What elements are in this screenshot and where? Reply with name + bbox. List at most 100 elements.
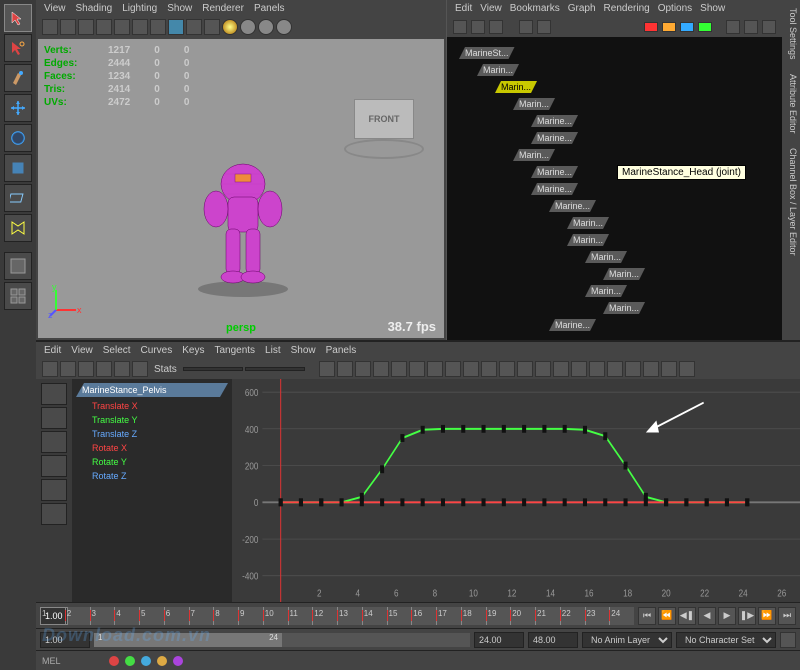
- out-menu-show[interactable]: Show: [700, 3, 725, 14]
- channel-row[interactable]: Rotate X: [76, 441, 228, 455]
- ot-btn-2[interactable]: [471, 20, 485, 34]
- play-back-button[interactable]: ◀: [698, 607, 716, 625]
- ge-tb-13[interactable]: [427, 361, 443, 377]
- vp-btn-9[interactable]: [186, 19, 202, 35]
- tree-node[interactable]: Marin...: [451, 79, 778, 95]
- ge-side-6[interactable]: [41, 503, 67, 525]
- ot-btn-6[interactable]: [726, 20, 740, 34]
- vp-btn-1[interactable]: [42, 19, 58, 35]
- ge-tb-5[interactable]: [114, 361, 130, 377]
- tree-node[interactable]: Marine...: [451, 198, 778, 214]
- vp-btn-2[interactable]: [60, 19, 76, 35]
- ge-tb-3[interactable]: [78, 361, 94, 377]
- ge-menu-list[interactable]: List: [265, 345, 281, 356]
- out-menu-view[interactable]: View: [480, 3, 502, 14]
- vp-btn-10[interactable]: [204, 19, 220, 35]
- ge-menu-curves[interactable]: Curves: [141, 345, 173, 356]
- rotate-tool[interactable]: [4, 124, 32, 152]
- view-cube[interactable]: FRONT: [354, 99, 414, 139]
- ge-tb-2[interactable]: [60, 361, 76, 377]
- range-end-inner[interactable]: [474, 632, 524, 648]
- ge-tb-22[interactable]: [589, 361, 605, 377]
- ot-btn-4[interactable]: [519, 20, 533, 34]
- ge-tb-6[interactable]: [132, 361, 148, 377]
- select-tool[interactable]: [4, 4, 32, 32]
- selected-object[interactable]: MarineStance_Pelvis: [76, 383, 228, 397]
- mel-label[interactable]: MEL: [42, 656, 61, 666]
- ot-btn-7[interactable]: [744, 20, 758, 34]
- channel-row[interactable]: Translate Y: [76, 413, 228, 427]
- out-menu-bookmarks[interactable]: Bookmarks: [510, 3, 560, 14]
- vp-menu-panels[interactable]: Panels: [254, 3, 285, 14]
- ge-tb-21[interactable]: [571, 361, 587, 377]
- ot-btn-8[interactable]: [762, 20, 776, 34]
- tree-node[interactable]: Marin...: [451, 96, 778, 112]
- ge-tb-14[interactable]: [445, 361, 461, 377]
- tree-node[interactable]: Marin...: [451, 283, 778, 299]
- play-forward-button[interactable]: ▶: [718, 607, 736, 625]
- tab-attribute-editor[interactable]: Attribute Editor: [788, 74, 798, 134]
- range-max[interactable]: [528, 632, 578, 648]
- vp-menu-lighting[interactable]: Lighting: [122, 3, 157, 14]
- out-menu-options[interactable]: Options: [658, 3, 692, 14]
- ge-tb-24[interactable]: [625, 361, 641, 377]
- ge-menu-show[interactable]: Show: [291, 345, 316, 356]
- ge-tb-10[interactable]: [373, 361, 389, 377]
- ot-color-2[interactable]: [662, 22, 676, 32]
- ge-side-1[interactable]: [41, 383, 67, 405]
- channel-row[interactable]: Translate Z: [76, 427, 228, 441]
- ge-tb-15[interactable]: [463, 361, 479, 377]
- channel-row[interactable]: Translate X: [76, 399, 228, 413]
- ge-tb-4[interactable]: [96, 361, 112, 377]
- lasso-tool[interactable]: [4, 34, 32, 62]
- step-back-key-button[interactable]: ⏪: [658, 607, 676, 625]
- graph-area[interactable]: 6004002000-200-400 246810121416182022242…: [232, 379, 800, 602]
- stats-field-1[interactable]: [183, 367, 243, 371]
- anim-layer-dropdown[interactable]: No Anim Layer: [582, 632, 672, 648]
- tree-node[interactable]: Marine...: [451, 113, 778, 129]
- vp-btn-6[interactable]: [132, 19, 148, 35]
- out-menu-graph[interactable]: Graph: [568, 3, 596, 14]
- character-set-dropdown[interactable]: No Character Set: [676, 632, 776, 648]
- tab-tool-settings[interactable]: Tool Settings: [788, 8, 798, 60]
- universal-manip-tool[interactable]: [4, 184, 32, 212]
- ot-color-1[interactable]: [644, 22, 658, 32]
- tree-node[interactable]: Marine...: [451, 130, 778, 146]
- ge-tb-7[interactable]: [319, 361, 335, 377]
- view-cube-disc[interactable]: [344, 139, 424, 159]
- tab-channel-box[interactable]: Channel Box / Layer Editor: [788, 148, 798, 256]
- paint-select-tool[interactable]: [4, 64, 32, 92]
- ge-menu-edit[interactable]: Edit: [44, 345, 61, 356]
- vp-btn-7[interactable]: [150, 19, 166, 35]
- out-menu-rendering[interactable]: Rendering: [604, 3, 650, 14]
- tree-node[interactable]: Marin...: [451, 266, 778, 282]
- ge-tb-12[interactable]: [409, 361, 425, 377]
- tree-node[interactable]: Marin...: [451, 232, 778, 248]
- vp-menu-renderer[interactable]: Renderer: [202, 3, 244, 14]
- step-forward-key-button[interactable]: ⏩: [758, 607, 776, 625]
- ot-btn-3[interactable]: [489, 20, 503, 34]
- go-start-button[interactable]: ⏮: [638, 607, 656, 625]
- ge-menu-panels[interactable]: Panels: [326, 345, 357, 356]
- single-persp-layout[interactable]: [4, 252, 32, 280]
- tree-node[interactable]: Marin...: [451, 62, 778, 78]
- hypergraph-body[interactable]: MarineStance_Head (joint) MarineSt...Mar…: [447, 37, 782, 340]
- ge-tb-23[interactable]: [607, 361, 623, 377]
- ge-tb-11[interactable]: [391, 361, 407, 377]
- ge-side-2[interactable]: [41, 407, 67, 429]
- vp-btn-14[interactable]: [276, 19, 292, 35]
- tree-node[interactable]: Marine...: [451, 317, 778, 333]
- ge-tb-26[interactable]: [661, 361, 677, 377]
- ot-color-4[interactable]: [698, 22, 712, 32]
- vp-btn-4[interactable]: [96, 19, 112, 35]
- ge-menu-tangents[interactable]: Tangents: [214, 345, 255, 356]
- viewport-canvas[interactable]: Verts:121700 Edges:244400 Faces:123400 T…: [38, 39, 444, 338]
- step-forward-button[interactable]: ❚▶: [738, 607, 756, 625]
- vp-btn-3[interactable]: [78, 19, 94, 35]
- tree-node[interactable]: Marin...: [451, 300, 778, 316]
- tree-node[interactable]: Marin...: [451, 249, 778, 265]
- range-opts-button[interactable]: [780, 632, 796, 648]
- vp-menu-show[interactable]: Show: [167, 3, 192, 14]
- stats-field-2[interactable]: [245, 367, 305, 371]
- range-start-outer[interactable]: [40, 632, 90, 648]
